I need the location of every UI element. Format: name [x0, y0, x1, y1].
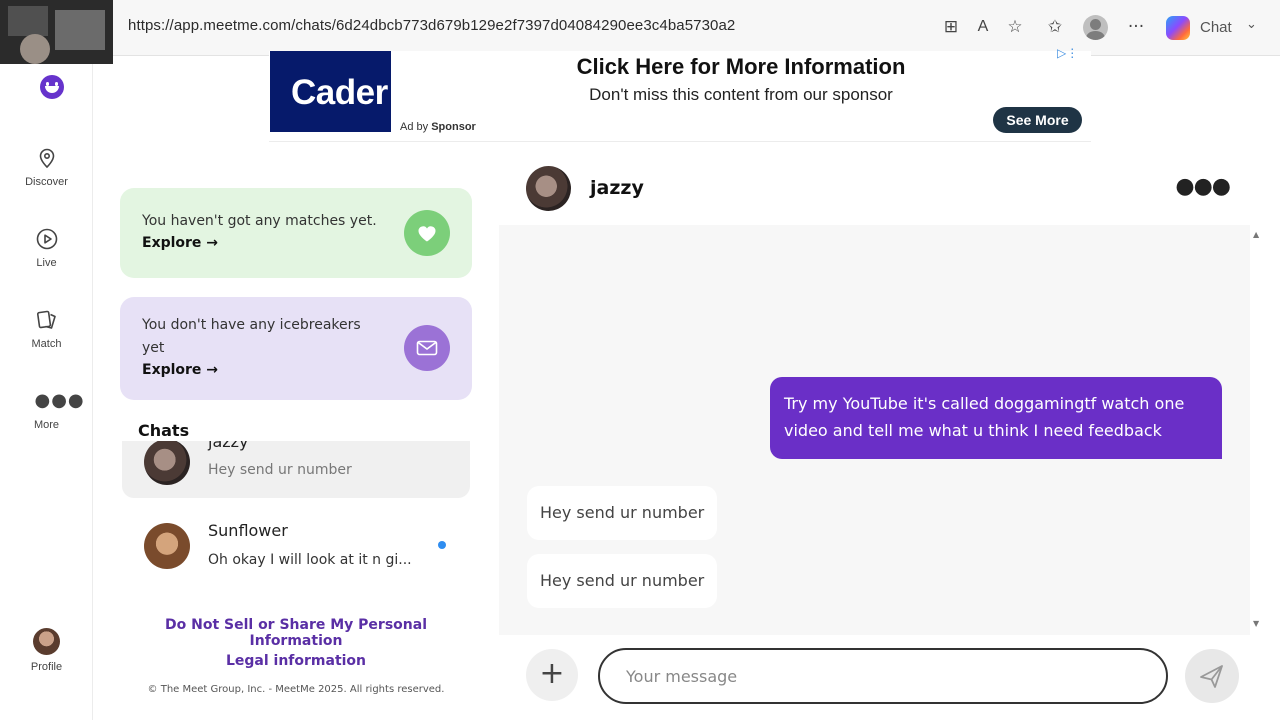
copilot-chat-label: Chat — [1200, 19, 1232, 36]
nav-label: Discover — [25, 176, 68, 188]
chat-list: jazzy Hey send ur number Sunflower Oh ok… — [120, 441, 476, 601]
ad-by-label: Ad by — [400, 121, 429, 133]
chat-preview: Hey send ur number — [208, 462, 352, 478]
favorites-list-icon[interactable]: ✩ — [1044, 16, 1066, 38]
matches-card: You haven't got any matches yet. Explore… — [120, 188, 472, 278]
chat-avatar — [144, 523, 190, 569]
ad-subtitle: Don't miss this content from our sponsor — [589, 85, 893, 104]
play-circle-icon — [36, 228, 57, 250]
message-input[interactable] — [598, 648, 1168, 704]
conversation-avatar[interactable] — [526, 166, 571, 211]
see-more-button[interactable]: See More — [993, 107, 1082, 133]
copyright-text: © The Meet Group, Inc. - MeetMe 2025. Al… — [147, 684, 445, 695]
ad-banner[interactable]: Cader Click Here for More Information Do… — [269, 46, 1091, 142]
nav-label: More — [33, 419, 60, 431]
ad-sponsor-label: Sponsor — [431, 121, 476, 133]
location-pin-icon — [39, 148, 54, 169]
read-aloud-icon[interactable]: A — [972, 16, 994, 38]
profile-avatar — [33, 628, 60, 655]
nav-more[interactable]: ●●● More — [0, 389, 93, 431]
webcam-overlay — [0, 0, 113, 64]
message-bubble-outgoing: Try my YouTube it's called doggamingtf w… — [770, 377, 1222, 459]
cards-icon — [36, 310, 56, 329]
chevron-down-icon: ⌄ — [1246, 17, 1257, 32]
envelope-icon — [404, 325, 450, 371]
chat-name: Sunflower — [208, 521, 288, 540]
scroll-down-icon[interactable]: ▼ — [1253, 619, 1259, 628]
privacy-link[interactable]: Do Not Sell or Share My Personal Informa… — [120, 617, 472, 649]
nav-live[interactable]: Live — [0, 227, 93, 269]
conversation-name[interactable]: jazzy — [590, 177, 644, 199]
app-root: https://app.meetme.com/chats/6d24dbcb773… — [0, 0, 1280, 720]
send-icon — [1200, 665, 1223, 688]
copilot-chat-button[interactable]: Chat ⌄ — [1160, 12, 1265, 44]
message-area: Try my YouTube it's called doggamingtf w… — [499, 225, 1250, 635]
nav-match[interactable]: Match — [0, 308, 93, 350]
icebreakers-card-text: You don't have any icebreakers yet — [142, 317, 361, 356]
chats-heading: Chats — [138, 421, 190, 440]
matches-explore-link[interactable]: Explore → — [142, 235, 218, 251]
scroll-up-icon[interactable]: ▲ — [1253, 230, 1259, 239]
message-composer: + — [499, 640, 1250, 712]
adchoices-icon[interactable]: ▷⋮ — [1057, 46, 1078, 60]
conversation-header: jazzy ●●● — [499, 160, 1250, 224]
message-bubble-incoming: Hey send ur number — [527, 486, 718, 540]
legal-link[interactable]: Legal information — [120, 653, 472, 669]
nav-label: Profile — [30, 661, 63, 673]
nav-discover[interactable]: Discover — [0, 146, 93, 188]
send-button[interactable] — [1185, 649, 1239, 703]
chat-list-item[interactable]: jazzy Hey send ur number — [122, 441, 470, 498]
nav-label: Live — [36, 257, 57, 269]
chat-name: jazzy — [208, 441, 249, 451]
chat-preview: Oh okay I will look at it n gi... — [208, 552, 412, 568]
message-bubble-incoming: Hey send ur number — [527, 554, 718, 608]
copilot-icon — [1166, 16, 1190, 40]
more-dots-icon: ●●● — [34, 390, 85, 411]
browser-profile-avatar[interactable] — [1083, 15, 1108, 40]
browser-toolbar: https://app.meetme.com/chats/6d24dbcb773… — [0, 0, 1280, 56]
favorite-star-icon[interactable]: ☆ — [1004, 16, 1026, 38]
heart-icon — [404, 210, 450, 256]
matches-card-text: You haven't got any matches yet. — [142, 213, 377, 229]
conversation-more-icon[interactable]: ●●● — [1175, 174, 1231, 199]
icebreakers-card: You don't have any icebreakers yet Explo… — [120, 297, 472, 400]
unread-dot — [438, 541, 446, 549]
add-attachment-button[interactable]: + — [526, 649, 578, 701]
meetme-logo-icon[interactable] — [40, 75, 64, 99]
address-bar[interactable]: https://app.meetme.com/chats/6d24dbcb773… — [128, 17, 735, 34]
app-available-icon[interactable]: ⊞ — [940, 16, 962, 38]
left-nav: Discover Live Match ●●● More Profile — [0, 56, 93, 720]
nav-label: Match — [31, 338, 62, 350]
ad-attribution: Ad by Sponsor — [400, 121, 476, 133]
icebreakers-explore-link[interactable]: Explore → — [142, 362, 218, 378]
chat-list-item[interactable]: Sunflower Oh okay I will look at it n gi… — [122, 509, 470, 582]
nav-profile[interactable]: Profile — [0, 628, 93, 673]
browser-menu-icon[interactable]: ··· — [1125, 16, 1147, 38]
chat-avatar — [144, 441, 190, 485]
